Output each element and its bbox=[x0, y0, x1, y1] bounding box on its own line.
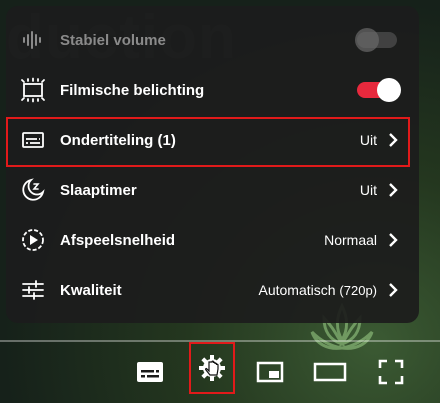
menu-item-quality[interactable]: Kwaliteit Automatisch (720p) bbox=[6, 265, 419, 315]
menu-item-label: Filmische belichting bbox=[60, 81, 205, 99]
menu-item-sleep-timer[interactable]: Slaaptimer Uit bbox=[6, 165, 419, 215]
menu-item-playback-speed[interactable]: Afspeelsnelheid Normaal bbox=[6, 215, 419, 265]
stable-volume-toggle[interactable] bbox=[355, 28, 403, 52]
menu-item-label: Slaaptimer bbox=[60, 181, 137, 199]
menu-item-value: Normaal bbox=[324, 232, 377, 248]
theater-mode-icon bbox=[313, 362, 347, 382]
menu-item-subtitles[interactable]: Ondertiteling (1) Uit bbox=[6, 115, 419, 165]
chevron-right-icon bbox=[385, 132, 401, 148]
menu-item-value: Automatisch (720p) bbox=[258, 282, 377, 298]
fullscreen-icon bbox=[378, 359, 404, 385]
ambient-light-icon bbox=[20, 77, 46, 103]
subtitles-icon bbox=[20, 127, 46, 153]
quality-sliders-icon bbox=[20, 277, 46, 303]
miniplayer-icon bbox=[256, 361, 284, 383]
quality-value: Automatisch bbox=[258, 282, 336, 298]
menu-item-label: Afspeelsnelheid bbox=[60, 231, 176, 249]
menu-item-label: Kwaliteit bbox=[60, 281, 122, 299]
settings-menu: Stabiel volume Filmische belichting Onde… bbox=[6, 6, 419, 323]
audio-waveform-icon bbox=[20, 27, 46, 53]
chevron-right-icon bbox=[385, 282, 401, 298]
subtitles-button[interactable] bbox=[130, 352, 170, 392]
menu-item-label: Stabiel volume bbox=[60, 31, 166, 49]
menu-item-label: Ondertiteling (1) bbox=[60, 131, 176, 149]
quality-resolution: (720p) bbox=[339, 283, 377, 298]
menu-item-value: Uit bbox=[359, 182, 377, 198]
menu-item-stable-volume[interactable]: Stabiel volume bbox=[6, 15, 419, 65]
subtitles-icon bbox=[137, 362, 163, 382]
ambient-mode-toggle[interactable] bbox=[357, 78, 403, 102]
theater-mode-button[interactable] bbox=[310, 352, 350, 392]
miniplayer-button[interactable] bbox=[250, 352, 290, 392]
menu-item-ambient-mode[interactable]: Filmische belichting bbox=[6, 65, 419, 115]
gear-icon bbox=[199, 355, 225, 381]
chevron-right-icon bbox=[385, 182, 401, 198]
playback-speed-icon bbox=[20, 227, 46, 253]
chevron-right-icon bbox=[385, 232, 401, 248]
fullscreen-button[interactable] bbox=[371, 352, 411, 392]
sleep-timer-icon bbox=[20, 177, 46, 203]
player-controls bbox=[0, 342, 440, 398]
menu-item-value: Uit bbox=[359, 132, 377, 148]
settings-gear-button[interactable] bbox=[189, 342, 235, 394]
